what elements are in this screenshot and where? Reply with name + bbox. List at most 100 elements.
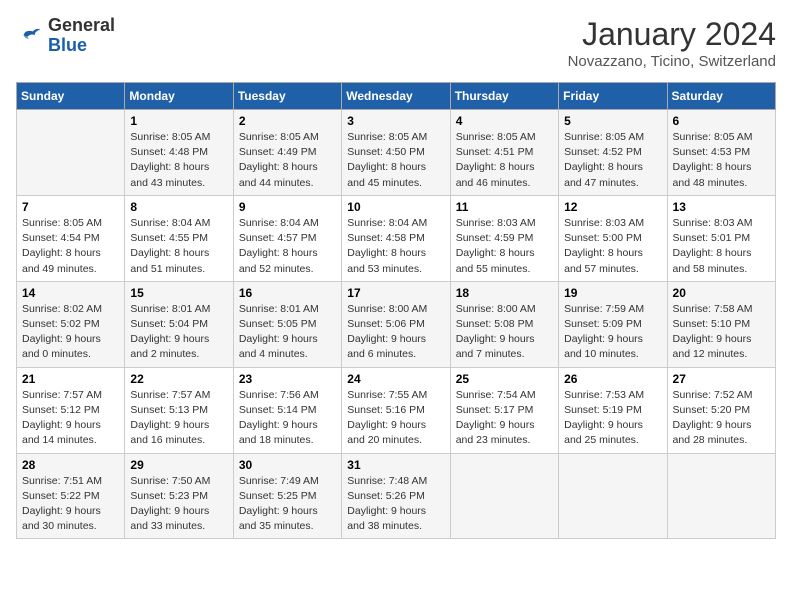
calendar-cell: 2 Sunrise: 8:05 AM Sunset: 4:49 PM Daylig…: [233, 110, 341, 196]
calendar-week-row: 21Sunrise: 7:57 AM Sunset: 5:12 PM Dayli…: [17, 367, 776, 453]
day-info: Sunrise: 7:48 AM Sunset: 5:26 PM Dayligh…: [347, 474, 444, 535]
day-info: Sunrise: 8:01 AM Sunset: 5:04 PM Dayligh…: [130, 302, 227, 363]
day-number: 5: [564, 114, 661, 128]
calendar-cell: 28 Sunrise: 7:51 AM Sunset: 5:22 PM Dayli…: [17, 453, 125, 539]
calendar-week-row: 28 Sunrise: 7:51 AM Sunset: 5:22 PM Dayli…: [17, 453, 776, 539]
day-info: Sunrise: 7:51 AM Sunset: 5:22 PM Dayligh…: [22, 474, 119, 535]
day-info: Sunrise: 8:03 AM Sunset: 5:01 PM Dayligh…: [673, 216, 770, 277]
calendar-cell: 13 Sunrise: 8:03 AM Sunset: 5:01 PM Dayli…: [667, 195, 775, 281]
calendar-cell: 23 Sunrise: 7:56 AM Sunset: 5:14 PM Dayli…: [233, 367, 341, 453]
calendar-cell: 31Sunrise: 7:48 AM Sunset: 5:26 PM Dayli…: [342, 453, 450, 539]
location: Novazzano, Ticino, Switzerland: [568, 53, 776, 70]
day-number: 23: [239, 372, 336, 386]
day-info: Sunrise: 8:05 AM Sunset: 4:48 PM Dayligh…: [130, 130, 227, 191]
day-number: 4: [456, 114, 553, 128]
day-number: 2: [239, 114, 336, 128]
day-info: Sunrise: 7:58 AM Sunset: 5:10 PM Dayligh…: [673, 302, 770, 363]
day-info: Sunrise: 8:02 AM Sunset: 5:02 PM Dayligh…: [22, 302, 119, 363]
day-number: 15: [130, 286, 227, 300]
calendar-cell: 10 Sunrise: 8:04 AM Sunset: 4:58 PM Dayli…: [342, 195, 450, 281]
day-number: 19: [564, 286, 661, 300]
calendar-cell: 18Sunrise: 8:00 AM Sunset: 5:08 PM Dayli…: [450, 281, 558, 367]
calendar-cell: 4 Sunrise: 8:05 AM Sunset: 4:51 PM Daylig…: [450, 110, 558, 196]
day-info: Sunrise: 7:56 AM Sunset: 5:14 PM Dayligh…: [239, 388, 336, 449]
calendar-cell: [559, 453, 667, 539]
day-info: Sunrise: 8:04 AM Sunset: 4:57 PM Dayligh…: [239, 216, 336, 277]
page-header: General Blue January 2024 Novazzano, Tic…: [16, 16, 776, 70]
day-number: 9: [239, 200, 336, 214]
day-info: Sunrise: 8:05 AM Sunset: 4:53 PM Dayligh…: [673, 130, 770, 191]
day-info: Sunrise: 8:03 AM Sunset: 5:00 PM Dayligh…: [564, 216, 661, 277]
day-header-wednesday: Wednesday: [342, 83, 450, 110]
title-block: January 2024 Novazzano, Ticino, Switzerl…: [568, 16, 776, 70]
day-info: Sunrise: 7:57 AM Sunset: 5:13 PM Dayligh…: [130, 388, 227, 449]
day-number: 29: [130, 458, 227, 472]
calendar-cell: [667, 453, 775, 539]
day-number: 10: [347, 200, 444, 214]
calendar-cell: 15 Sunrise: 8:01 AM Sunset: 5:04 PM Dayli…: [125, 281, 233, 367]
calendar-week-row: 1Sunrise: 8:05 AM Sunset: 4:48 PM Daylig…: [17, 110, 776, 196]
day-number: 26: [564, 372, 661, 386]
calendar-cell: 22 Sunrise: 7:57 AM Sunset: 5:13 PM Dayli…: [125, 367, 233, 453]
day-number: 22: [130, 372, 227, 386]
day-number: 6: [673, 114, 770, 128]
day-number: 30: [239, 458, 336, 472]
day-info: Sunrise: 7:49 AM Sunset: 5:25 PM Dayligh…: [239, 474, 336, 535]
day-info: Sunrise: 8:01 AM Sunset: 5:05 PM Dayligh…: [239, 302, 336, 363]
calendar-cell: 17 Sunrise: 8:00 AM Sunset: 5:06 PM Dayli…: [342, 281, 450, 367]
calendar-cell: 24Sunrise: 7:55 AM Sunset: 5:16 PM Dayli…: [342, 367, 450, 453]
day-info: Sunrise: 8:05 AM Sunset: 4:54 PM Dayligh…: [22, 216, 119, 277]
calendar-cell: [17, 110, 125, 196]
day-info: Sunrise: 8:05 AM Sunset: 4:49 PM Dayligh…: [239, 130, 336, 191]
logo: General Blue: [16, 16, 115, 56]
day-header-tuesday: Tuesday: [233, 83, 341, 110]
day-number: 17: [347, 286, 444, 300]
day-info: Sunrise: 8:00 AM Sunset: 5:08 PM Dayligh…: [456, 302, 553, 363]
calendar-cell: 11 Sunrise: 8:03 AM Sunset: 4:59 PM Dayli…: [450, 195, 558, 281]
calendar-cell: 14Sunrise: 8:02 AM Sunset: 5:02 PM Dayli…: [17, 281, 125, 367]
calendar-cell: 19 Sunrise: 7:59 AM Sunset: 5:09 PM Dayli…: [559, 281, 667, 367]
day-number: 28: [22, 458, 119, 472]
calendar-cell: 20 Sunrise: 7:58 AM Sunset: 5:10 PM Dayli…: [667, 281, 775, 367]
calendar-cell: 5 Sunrise: 8:05 AM Sunset: 4:52 PM Daylig…: [559, 110, 667, 196]
logo-icon: [16, 22, 44, 50]
calendar-header-row: SundayMondayTuesdayWednesdayThursdayFrid…: [17, 83, 776, 110]
day-number: 12: [564, 200, 661, 214]
day-info: Sunrise: 7:59 AM Sunset: 5:09 PM Dayligh…: [564, 302, 661, 363]
calendar-cell: 9 Sunrise: 8:04 AM Sunset: 4:57 PM Daylig…: [233, 195, 341, 281]
day-header-saturday: Saturday: [667, 83, 775, 110]
day-number: 21: [22, 372, 119, 386]
day-info: Sunrise: 8:05 AM Sunset: 4:50 PM Dayligh…: [347, 130, 444, 191]
day-info: Sunrise: 8:05 AM Sunset: 4:52 PM Dayligh…: [564, 130, 661, 191]
day-number: 27: [673, 372, 770, 386]
day-header-sunday: Sunday: [17, 83, 125, 110]
day-info: Sunrise: 8:03 AM Sunset: 4:59 PM Dayligh…: [456, 216, 553, 277]
calendar-cell: 1Sunrise: 8:05 AM Sunset: 4:48 PM Daylig…: [125, 110, 233, 196]
day-info: Sunrise: 8:00 AM Sunset: 5:06 PM Dayligh…: [347, 302, 444, 363]
day-info: Sunrise: 7:52 AM Sunset: 5:20 PM Dayligh…: [673, 388, 770, 449]
day-number: 13: [673, 200, 770, 214]
calendar-cell: 30 Sunrise: 7:49 AM Sunset: 5:25 PM Dayli…: [233, 453, 341, 539]
day-info: Sunrise: 8:05 AM Sunset: 4:51 PM Dayligh…: [456, 130, 553, 191]
calendar-cell: 12 Sunrise: 8:03 AM Sunset: 5:00 PM Dayli…: [559, 195, 667, 281]
day-number: 11: [456, 200, 553, 214]
day-number: 25: [456, 372, 553, 386]
calendar-week-row: 7Sunrise: 8:05 AM Sunset: 4:54 PM Daylig…: [17, 195, 776, 281]
day-info: Sunrise: 7:53 AM Sunset: 5:19 PM Dayligh…: [564, 388, 661, 449]
calendar-cell: 3Sunrise: 8:05 AM Sunset: 4:50 PM Daylig…: [342, 110, 450, 196]
calendar-cell: 27 Sunrise: 7:52 AM Sunset: 5:20 PM Dayli…: [667, 367, 775, 453]
logo-general: General: [48, 16, 115, 36]
day-info: Sunrise: 7:50 AM Sunset: 5:23 PM Dayligh…: [130, 474, 227, 535]
day-number: 24: [347, 372, 444, 386]
day-number: 8: [130, 200, 227, 214]
calendar-cell: 21Sunrise: 7:57 AM Sunset: 5:12 PM Dayli…: [17, 367, 125, 453]
calendar-cell: 6 Sunrise: 8:05 AM Sunset: 4:53 PM Daylig…: [667, 110, 775, 196]
calendar-cell: 8Sunrise: 8:04 AM Sunset: 4:55 PM Daylig…: [125, 195, 233, 281]
day-header-thursday: Thursday: [450, 83, 558, 110]
calendar-table: SundayMondayTuesdayWednesdayThursdayFrid…: [16, 82, 776, 539]
day-info: Sunrise: 8:04 AM Sunset: 4:58 PM Dayligh…: [347, 216, 444, 277]
day-number: 20: [673, 286, 770, 300]
calendar-cell: 16 Sunrise: 8:01 AM Sunset: 5:05 PM Dayli…: [233, 281, 341, 367]
day-number: 16: [239, 286, 336, 300]
calendar-cell: 29 Sunrise: 7:50 AM Sunset: 5:23 PM Dayli…: [125, 453, 233, 539]
